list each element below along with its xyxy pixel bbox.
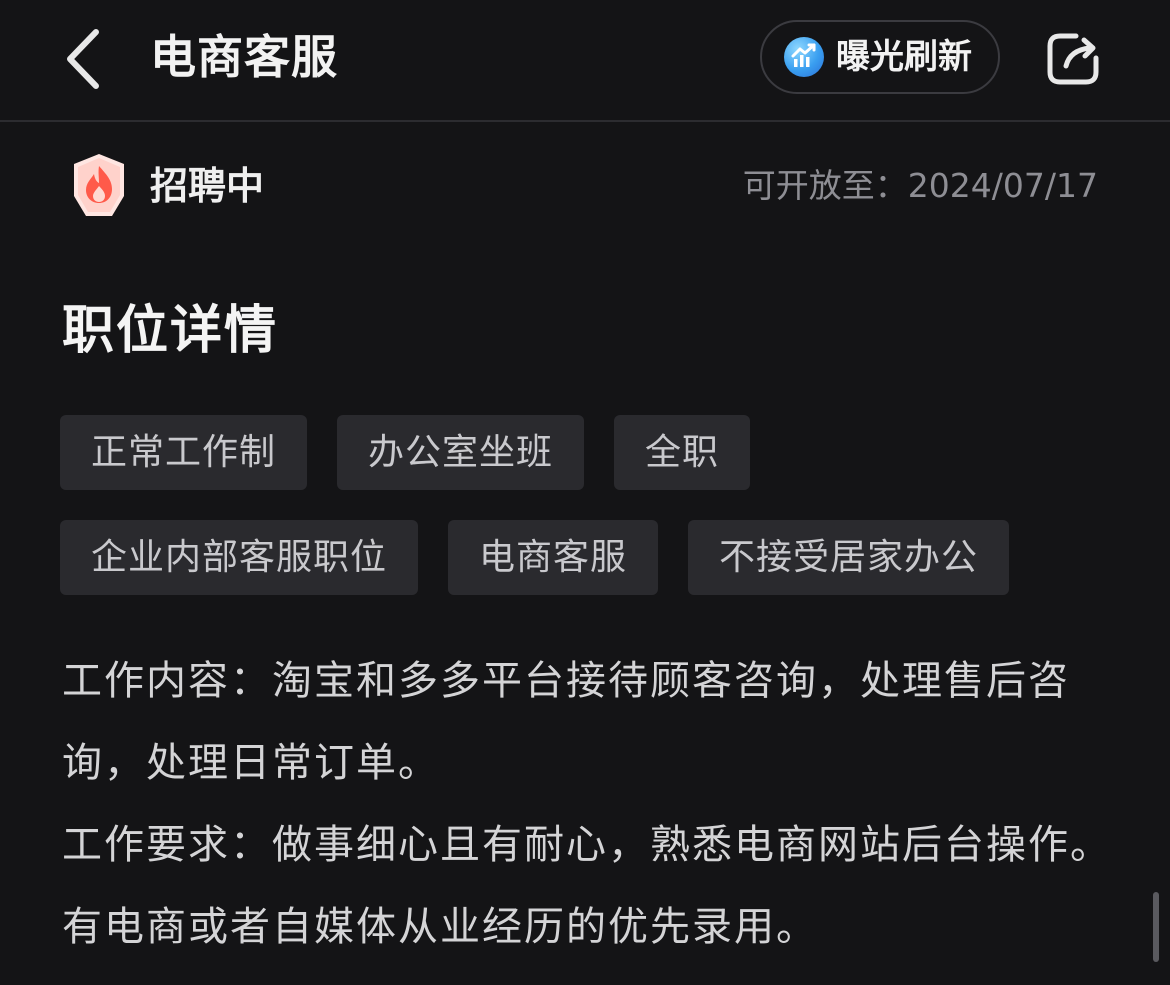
- chevron-left-icon: [67, 29, 99, 89]
- trend-up-icon: [784, 37, 824, 77]
- job-content: 工作内容：淘宝和多多平台接待顾客咨询，处理售后咨询，处理日常订单。: [62, 658, 1070, 786]
- tag-row: 正常工作制 办公室坐班 全职: [60, 415, 1120, 490]
- job-requirements: 工作要求：做事细心且有耐心，熟悉电商网站后台操作。有电商或者自媒体从业经历的优先…: [62, 822, 1112, 950]
- share-icon: [1047, 33, 1099, 85]
- recruiting-status: 招聘中: [150, 164, 265, 208]
- recruiting-status-row: 招聘中 可开放至：2024/07/17: [0, 150, 1170, 226]
- tag-full-time: 全职: [614, 415, 751, 490]
- tag-regular-hours: 正常工作制: [60, 415, 308, 490]
- job-description: 工作内容：淘宝和多多平台接待顾客咨询，处理售后咨询，处理日常订单。 工作要求：做…: [62, 640, 1112, 968]
- tag-no-remote: 不接受居家办公: [688, 520, 1010, 595]
- exposure-refresh-button[interactable]: 曝光刷新: [760, 20, 1000, 94]
- page-title: 电商客服: [150, 30, 338, 84]
- flame-badge-icon: [68, 152, 130, 218]
- open-until-date: 可开放至：2024/07/17: [742, 166, 1098, 205]
- refresh-label: 曝光刷新: [836, 37, 972, 77]
- job-tags: 正常工作制 办公室坐班 全职 企业内部客服职位 电商客服 不接受居家办公: [60, 415, 1120, 625]
- tag-office-based: 办公室坐班: [337, 415, 585, 490]
- scrollbar[interactable]: [1153, 892, 1159, 962]
- tag-internal-cs-position: 企业内部客服职位: [60, 520, 419, 595]
- tag-row: 企业内部客服职位 电商客服 不接受居家办公: [60, 520, 1120, 595]
- tag-ecommerce-cs: 电商客服: [448, 520, 659, 595]
- section-title-job-details: 职位详情: [62, 301, 279, 361]
- share-button[interactable]: [1044, 28, 1104, 88]
- top-bar: 电商客服 曝光刷新: [0, 0, 1170, 122]
- back-button[interactable]: [56, 24, 116, 94]
